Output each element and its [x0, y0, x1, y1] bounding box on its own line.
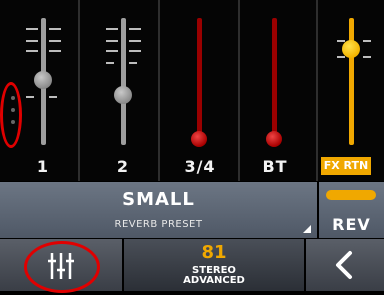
fader-knob[interactable]: [114, 86, 132, 104]
channel-1-label: 1: [36, 157, 50, 176]
mixer-panel: 1 2 3/4 BT FX RTN: [0, 0, 384, 181]
channel-divider: [316, 0, 318, 181]
fader-tick: [129, 28, 141, 30]
preset-subtitle: REVERB PRESET: [114, 219, 203, 230]
value-display[interactable]: 81 STEREO ADVANCED: [124, 239, 304, 291]
fader-tick: [129, 62, 137, 64]
fader-tick: [26, 50, 38, 52]
fader-knob[interactable]: [266, 131, 282, 147]
fader-tick: [363, 56, 371, 58]
fader-tick: [129, 40, 141, 42]
fader-tick: [49, 50, 61, 52]
chevron-left-icon: [336, 251, 352, 279]
preset-name: SMALL: [122, 189, 195, 210]
channel-2-label: 2: [116, 157, 130, 176]
fader-tick: [49, 96, 57, 98]
fader-tick: [26, 28, 38, 30]
fader-tick: [26, 40, 38, 42]
highlight-ellipse: [0, 82, 22, 148]
highlight-ellipse: [24, 241, 100, 293]
back-button[interactable]: [306, 239, 384, 291]
reverb-preset-selector[interactable]: SMALL REVERB PRESET: [0, 182, 317, 238]
fader-track: [121, 18, 126, 145]
mixer-button[interactable]: [0, 239, 122, 293]
value-subtitle: STEREO ADVANCED: [124, 266, 304, 286]
fader-tick: [49, 40, 61, 42]
fader-tick: [106, 50, 118, 52]
rev-level-bar: [326, 190, 376, 200]
value-number: 81: [201, 242, 227, 263]
fader-track: [349, 18, 354, 145]
channel-divider: [158, 0, 160, 181]
fader-knob[interactable]: [34, 71, 52, 89]
fader-tick: [106, 28, 118, 30]
fader-knob[interactable]: [342, 40, 360, 58]
value-line-2: ADVANCED: [183, 275, 245, 286]
fader-tick: [106, 40, 118, 42]
channel-divider: [78, 0, 80, 181]
rev-button[interactable]: REV: [319, 182, 384, 238]
fader-tick: [49, 28, 61, 30]
fader-track: [197, 18, 202, 145]
fader-tick: [26, 96, 34, 98]
fx-rtn-label: FX RTN: [321, 157, 371, 175]
channel-3-4-label: 3/4: [184, 157, 216, 176]
rev-label: REV: [332, 215, 371, 234]
fader-tick: [106, 62, 114, 64]
fader-knob[interactable]: [191, 131, 207, 147]
corner-indicator-icon: [303, 225, 311, 233]
fader-tick: [363, 40, 371, 42]
fader-track: [272, 18, 277, 145]
fader-tick: [129, 50, 141, 52]
fader-tick: [337, 56, 345, 58]
channel-divider: [238, 0, 240, 181]
channel-bt-label: BT: [262, 157, 288, 176]
